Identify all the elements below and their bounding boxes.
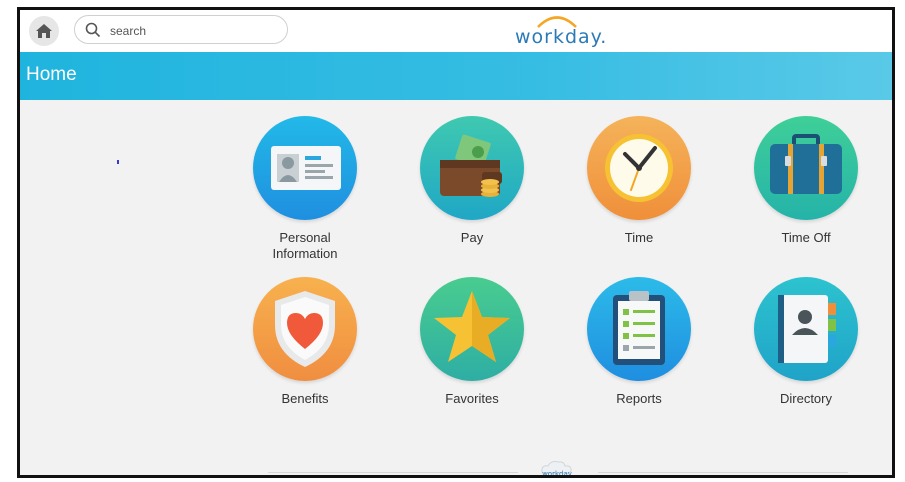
tile-label: Time (624, 230, 654, 245)
tile-label: Favorites (445, 391, 499, 406)
home-icon (36, 24, 52, 38)
tile-label: Reports (616, 391, 662, 406)
star-icon (434, 291, 510, 362)
tile-favorites[interactable]: Favorites (407, 277, 537, 407)
workday-logo[interactable]: workday. (513, 14, 606, 48)
suitcase-icon (770, 134, 842, 194)
clipboard-icon (613, 291, 665, 365)
search-box[interactable] (74, 15, 288, 44)
page-banner: Home (20, 52, 892, 100)
reports-circle (587, 277, 691, 381)
tile-time[interactable]: Time (574, 116, 704, 246)
footer-logo: workday (539, 460, 575, 478)
home-button[interactable] (29, 16, 59, 46)
tile-label: Personal Information (272, 230, 338, 261)
tile-label: Pay (460, 230, 484, 245)
tile-label: Directory (779, 391, 832, 406)
wallet-icon (440, 134, 502, 197)
footer-divider-right (598, 472, 848, 473)
favorites-circle (420, 277, 524, 381)
cursor-mark (117, 160, 119, 164)
top-bar: workday. (20, 10, 892, 53)
tile-reports[interactable]: Reports (574, 277, 704, 407)
personal-information-circle (253, 116, 357, 220)
footer-logo-text: workday (542, 470, 572, 478)
heart-shield-icon (275, 291, 335, 367)
page-title: Home (26, 64, 77, 85)
time-circle (587, 116, 691, 220)
directory-circle (754, 277, 858, 381)
address-book-icon (778, 295, 836, 363)
time-off-circle (754, 116, 858, 220)
tile-label: Time Off (781, 230, 831, 245)
logo-text: workday. (515, 26, 608, 48)
tile-personal-information[interactable]: Personal Information (240, 116, 370, 262)
app-window: workday. Home Personal Information (17, 7, 895, 478)
tile-time-off[interactable]: Time Off (741, 116, 871, 246)
pay-circle (420, 116, 524, 220)
tile-benefits[interactable]: Benefits (240, 277, 370, 407)
benefits-circle (253, 277, 357, 381)
search-input[interactable] (108, 21, 282, 41)
id-card-icon (271, 146, 341, 190)
tile-directory[interactable]: Directory (741, 277, 871, 407)
search-icon (85, 22, 101, 38)
tile-label: Benefits (281, 391, 329, 406)
footer-divider-left (268, 472, 518, 473)
clock-icon (605, 134, 673, 202)
tile-pay[interactable]: Pay (407, 116, 537, 246)
